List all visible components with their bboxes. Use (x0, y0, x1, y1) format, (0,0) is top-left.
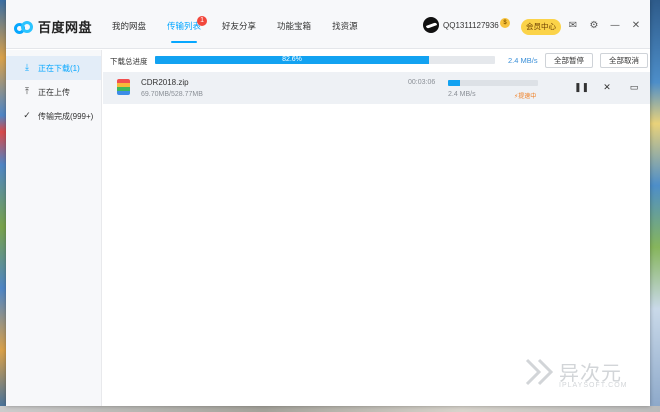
header: 百度网盘 我的网盘 传输列表 1 好友分享 功能宝箱 找资源 QQ1311127… (6, 0, 650, 49)
vip-coin-icon: $ (500, 18, 510, 28)
watermark-url: IPLAYSOFT.COM (559, 382, 628, 389)
file-name: CDR2018.zip (141, 78, 189, 87)
accelerating-text: 提速中 (518, 94, 537, 100)
tab-friend-share[interactable]: 好友分享 (222, 0, 256, 49)
member-center-button[interactable]: 会员中心 (521, 19, 561, 35)
sidebar-item-downloading[interactable]: ⤓ 正在下载(1) (6, 56, 101, 80)
folder-icon[interactable]: ▭ (628, 82, 640, 94)
file-progress-bar (448, 80, 538, 86)
settings-icon[interactable]: ⚙ (588, 20, 600, 32)
watermark-logo-icon (525, 358, 554, 386)
cloud-logo-icon (14, 20, 34, 34)
pause-icon[interactable]: ❚❚ (574, 82, 589, 94)
upload-icon: ⤒ (25, 87, 29, 97)
tab-label: 传输列表 (167, 21, 202, 31)
tab-label: 功能宝箱 (277, 21, 312, 31)
sidebar-item-label: 正在下载(1) (38, 63, 80, 73)
cancel-all-button[interactable]: 全部取消 (600, 53, 648, 68)
file-progress-fill (448, 80, 460, 86)
tab-label: 好友分享 (222, 21, 257, 31)
file-speed: 2.4 MB/s (448, 91, 476, 98)
close-icon[interactable]: ✕ (630, 20, 642, 32)
sidebar-item-label: 正在上传 (38, 87, 70, 97)
tab-label: 找资源 (332, 21, 358, 31)
total-progress-label: 下载总进度 (110, 57, 148, 66)
username[interactable]: QQ1311127936 (443, 21, 499, 30)
main-nav: 我的网盘 传输列表 1 好友分享 功能宝箱 找资源 (112, 0, 379, 49)
download-row[interactable]: CDR2018.zip 69.70MB/528.77MB 00:03:06 2.… (103, 72, 650, 104)
sidebar-item-label: 传输完成(999+) (38, 111, 94, 121)
notification-badge: 1 (197, 16, 208, 26)
total-speed: 2.4 MB/s (508, 56, 538, 65)
tab-find-resources[interactable]: 找资源 (332, 0, 358, 49)
mail-icon[interactable]: ✉ (567, 20, 579, 32)
desktop-background-right (650, 0, 660, 412)
app-window: 百度网盘 我的网盘 传输列表 1 好友分享 功能宝箱 找资源 QQ1311127… (6, 0, 650, 406)
app-name: 百度网盘 (38, 20, 93, 35)
check-circle-icon: ✓ (23, 111, 31, 121)
app-logo[interactable]: 百度网盘 (14, 17, 92, 36)
download-summary: 下载总进度 82.6% 2.4 MB/s 全部暂停 全部取消 (110, 53, 650, 70)
zip-file-icon (117, 79, 130, 95)
download-icon: ⤓ (25, 63, 29, 73)
total-progress-percent: 82.6% (282, 56, 302, 63)
tab-toolbox[interactable]: 功能宝箱 (277, 0, 311, 49)
sidebar-item-completed[interactable]: ✓ 传输完成(999+) (6, 104, 101, 128)
file-size: 69.70MB/528.77MB (141, 91, 203, 98)
tab-transfer-list[interactable]: 传输列表 1 (167, 0, 208, 49)
avatar[interactable] (423, 17, 439, 33)
time-remaining: 00:03:06 (408, 79, 436, 86)
minimize-icon[interactable]: — (609, 20, 621, 32)
pause-all-button[interactable]: 全部暂停 (545, 53, 593, 68)
desktop-background-bottom (0, 406, 660, 412)
sidebar-item-uploading[interactable]: ⤒ 正在上传 (6, 80, 101, 104)
site-watermark: 异次元 IPLAYSOFT.COM (525, 355, 645, 395)
tab-my-disk[interactable]: 我的网盘 (112, 0, 146, 49)
cancel-icon[interactable]: ✕ (601, 82, 613, 94)
tab-label: 我的网盘 (112, 21, 147, 31)
sidebar: ⤓ 正在下载(1) ⤒ 正在上传 ✓ 传输完成(999+) (6, 50, 102, 406)
accelerating-label: ⚡提速中 (514, 94, 537, 100)
